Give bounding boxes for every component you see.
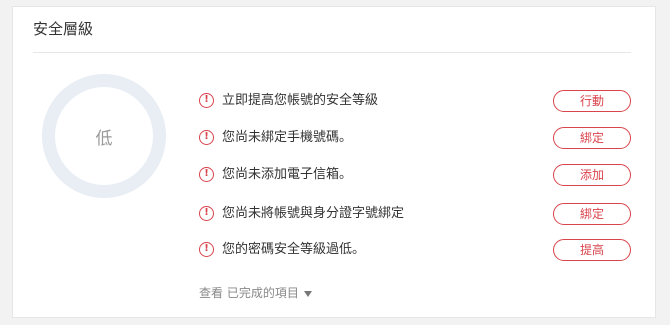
security-item-text: 您的密碼安全等級過低。 <box>222 242 366 257</box>
bind-phone-button[interactable]: 綁定 <box>553 127 631 149</box>
security-item-password: ! 您的密碼安全等級過低。 提高 <box>199 239 639 263</box>
warning-circle-icon: ! <box>199 242 214 257</box>
card-title: 安全層級 <box>33 20 94 38</box>
security-item-text: 您尚未將帳號與身分證字號綁定 <box>222 206 405 221</box>
security-item-text: 您尚未綁定手機號碼。 <box>222 130 353 145</box>
security-item-phone: ! 您尚未綁定手機號碼。 綁定 <box>199 127 639 151</box>
warning-circle-icon: ! <box>199 167 214 182</box>
warning-circle-icon: ! <box>199 130 214 145</box>
security-item-improve: ! 立即提高您帳號的安全等級 行動 <box>199 90 639 114</box>
add-email-button[interactable]: 添加 <box>553 164 631 186</box>
bind-id-button[interactable]: 綁定 <box>553 203 631 225</box>
security-item-id: ! 您尚未將帳號與身分證字號綁定 綁定 <box>199 203 639 227</box>
caret-down-icon <box>303 290 312 297</box>
security-item-text: 您尚未添加電子信箱。 <box>222 167 353 182</box>
warning-circle-icon: ! <box>199 93 214 108</box>
view-completed-link[interactable]: 查看 已完成的項目 <box>199 284 312 301</box>
warning-circle-icon: ! <box>199 206 214 221</box>
improve-password-button[interactable]: 提高 <box>553 239 631 261</box>
security-item-text: 立即提高您帳號的安全等級 <box>222 93 379 108</box>
security-level-card: 安全層級 低 ! 立即提高您帳號的安全等級 行動 ! 您尚未綁定手機號碼。 綁定… <box>12 6 656 318</box>
action-button[interactable]: 行動 <box>553 90 631 112</box>
security-item-email: ! 您尚未添加電子信箱。 添加 <box>199 164 639 188</box>
divider <box>33 52 631 53</box>
security-level-label: 低 <box>95 128 113 149</box>
view-completed-label: 查看 已完成的項目 <box>199 286 299 300</box>
